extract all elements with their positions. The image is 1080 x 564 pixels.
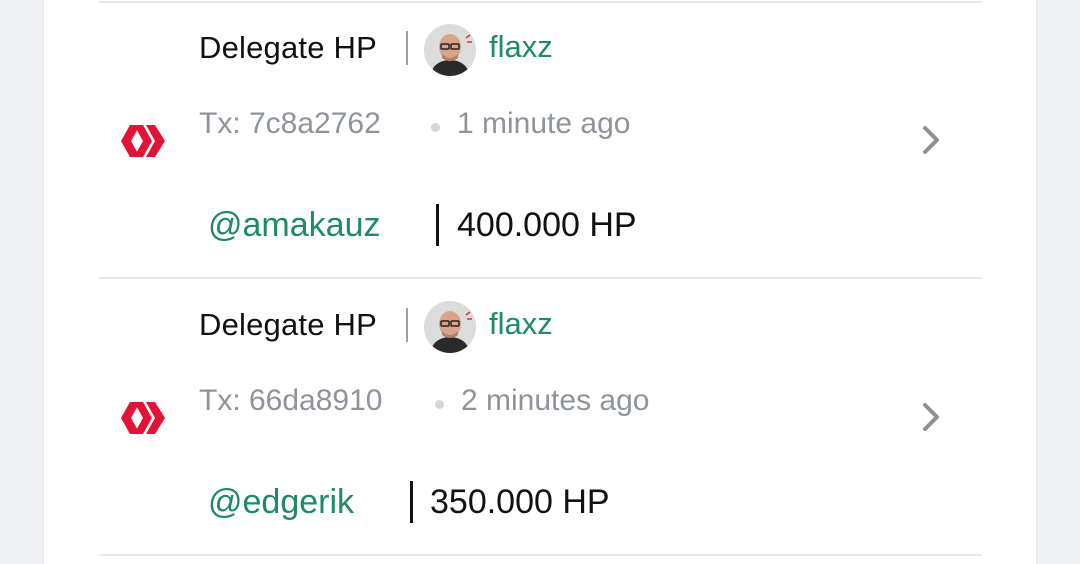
- operation-item[interactable]: Delegate HP flaxz Tx: 66da8910 2 minutes…: [0, 279, 1080, 555]
- timestamp: 2 minutes ago: [461, 384, 650, 417]
- divider: [99, 554, 982, 556]
- amount-separator: [410, 481, 413, 523]
- author-link[interactable]: flaxz: [489, 306, 553, 342]
- title-separator: [406, 31, 408, 65]
- separator-dot: [435, 400, 444, 409]
- avatar[interactable]: [424, 24, 476, 76]
- author-link[interactable]: flaxz: [489, 29, 553, 65]
- transaction-id[interactable]: Tx: 7c8a2762: [199, 106, 381, 142]
- amount-separator: [436, 204, 439, 246]
- delegation-amount: 350.000 HP: [430, 483, 610, 521]
- delegatee-link[interactable]: @edgerik: [208, 482, 354, 522]
- hive-logo-icon: [121, 123, 165, 159]
- chevron-right-icon[interactable]: [918, 122, 946, 158]
- transaction-id[interactable]: Tx: 66da8910: [199, 383, 382, 419]
- timestamp: 1 minute ago: [457, 107, 631, 140]
- delegation-amount: 400.000 HP: [457, 206, 637, 244]
- title-separator: [406, 308, 408, 342]
- separator-dot: [431, 123, 440, 132]
- chevron-right-icon[interactable]: [918, 399, 946, 435]
- avatar[interactable]: [424, 301, 476, 353]
- delegatee-link[interactable]: @amakauz: [208, 205, 380, 245]
- operation-type: Delegate HP: [199, 30, 377, 65]
- hive-logo-icon: [121, 400, 165, 436]
- operation-item[interactable]: Delegate HP flaxz Tx: 7c8a2762 1 minute …: [0, 2, 1080, 278]
- operation-type: Delegate HP: [199, 307, 377, 342]
